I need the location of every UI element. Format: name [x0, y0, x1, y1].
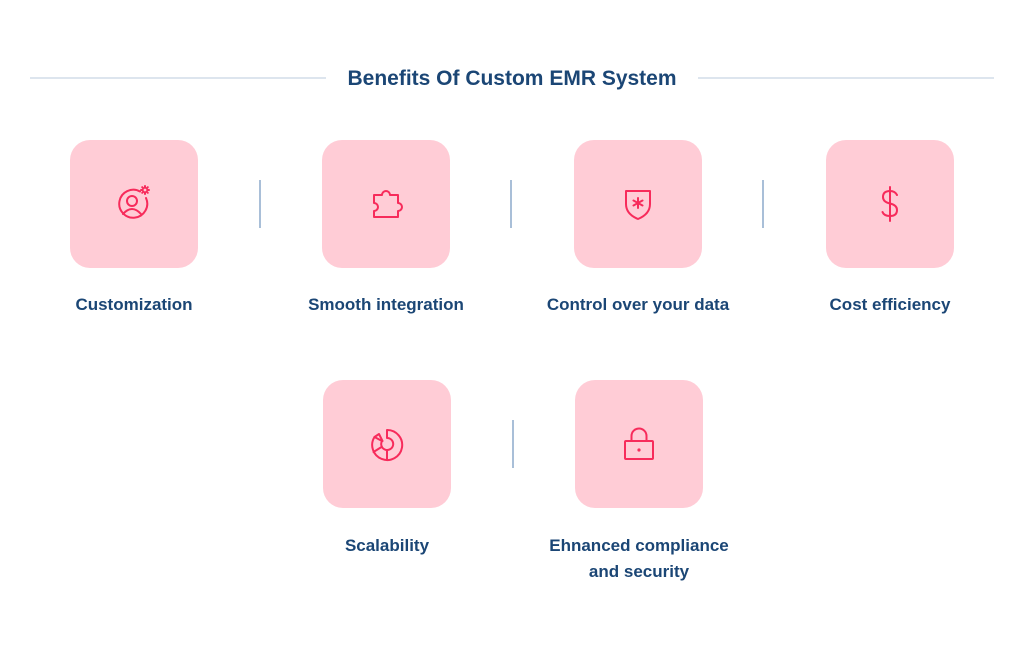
benefit-card-integration	[322, 140, 450, 268]
benefit-label-compliance: Ehnanced compliance and security	[519, 533, 759, 585]
benefit-label-compliance-line2: and security	[588, 562, 690, 581]
title-divider-left	[30, 77, 326, 79]
divider	[762, 180, 764, 228]
lock-icon	[624, 427, 654, 460]
benefit-label-integration: Smooth integration	[308, 295, 464, 314]
user-gear-icon	[118, 185, 150, 219]
divider	[259, 180, 261, 228]
divider	[512, 420, 514, 468]
benefit-card-customization	[70, 140, 198, 268]
benefit-card-data-control	[574, 140, 702, 268]
dollar-icon	[881, 186, 898, 222]
divider	[510, 180, 512, 228]
benefit-label-data-control: Control over your data	[546, 295, 730, 314]
title-divider-right	[698, 77, 994, 79]
benefit-card-cost	[826, 140, 954, 268]
pie-chart-icon	[371, 428, 404, 461]
benefit-card-compliance	[575, 380, 703, 508]
benefit-label-scalability: Scalability	[344, 536, 430, 555]
benefit-label-compliance-line1: Ehnanced compliance	[549, 536, 729, 555]
title-row: Benefits Of Custom EMR System	[0, 64, 1024, 94]
shield-star-icon	[625, 190, 651, 220]
page-title: Benefits Of Custom EMR System	[347, 67, 677, 90]
benefit-label-customization: Customization	[75, 295, 193, 314]
benefit-card-scalability	[323, 380, 451, 508]
benefit-label-cost: Cost efficiency	[829, 295, 951, 314]
puzzle-icon	[373, 190, 403, 218]
